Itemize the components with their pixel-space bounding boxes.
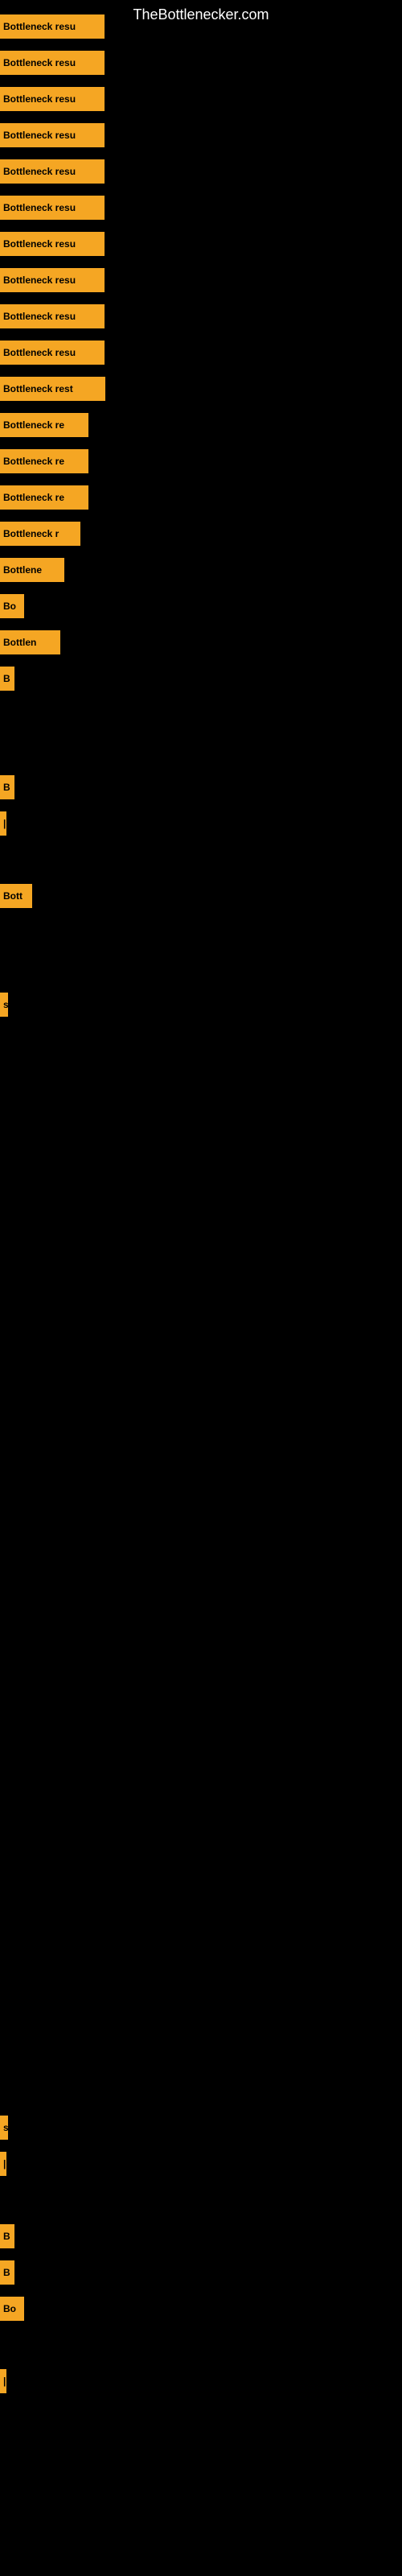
bar-label: B: [0, 2224, 14, 2248]
bar-label: Bottleneck resu: [0, 304, 105, 328]
bar-label: s: [0, 993, 8, 1017]
bar-label: Bottleneck resu: [0, 159, 105, 184]
bar-label: Bottleneck resu: [0, 51, 105, 75]
bar-item: B: [0, 667, 14, 691]
bar-label: |: [0, 2369, 6, 2393]
bar-item: Bottleneck resu: [0, 304, 105, 328]
bar-label: Bottleneck re: [0, 449, 88, 473]
bar-label: Bott: [0, 884, 32, 908]
bar-item: s: [0, 2116, 8, 2140]
bar-item: |: [0, 2369, 6, 2393]
bar-label: s: [0, 2116, 8, 2140]
bar-item: |: [0, 811, 6, 836]
bar-item: Bo: [0, 594, 24, 618]
bar-item: B: [0, 775, 14, 799]
bar-item: Bo: [0, 2297, 24, 2321]
bar-label: Bottleneck resu: [0, 341, 105, 365]
bar-label: B: [0, 775, 14, 799]
bar-item: Bottleneck re: [0, 413, 88, 437]
bar-item: Bottleneck resu: [0, 14, 105, 39]
bar-label: Bo: [0, 2297, 24, 2321]
bar-label: Bottleneck resu: [0, 232, 105, 256]
bar-label: |: [0, 2152, 6, 2176]
bar-label: Bottleneck re: [0, 485, 88, 510]
bar-item: B: [0, 2224, 14, 2248]
bar-item: Bottlene: [0, 558, 64, 582]
bar-item: Bottleneck resu: [0, 268, 105, 292]
bar-item: Bottleneck re: [0, 485, 88, 510]
bar-item: Bottleneck resu: [0, 232, 105, 256]
bar-label: B: [0, 2260, 14, 2285]
bar-item: Bottleneck resu: [0, 159, 105, 184]
bar-label: Bottleneck re: [0, 413, 88, 437]
bar-label: Bottleneck resu: [0, 123, 105, 147]
bar-label: Bottleneck resu: [0, 14, 105, 39]
bar-item: Bottleneck resu: [0, 87, 105, 111]
bar-item: Bottlen: [0, 630, 60, 654]
bar-item: Bottleneck resu: [0, 123, 105, 147]
bar-item: Bottleneck resu: [0, 51, 105, 75]
bar-label: Bottlen: [0, 630, 60, 654]
bar-item: B: [0, 2260, 14, 2285]
bar-label: Bottleneck resu: [0, 87, 105, 111]
bar-label: |: [0, 811, 6, 836]
bar-item: Bottleneck rest: [0, 377, 105, 401]
bar-label: Bottlene: [0, 558, 64, 582]
bar-label: Bottleneck rest: [0, 377, 105, 401]
bar-item: Bott: [0, 884, 32, 908]
bar-item: Bottleneck r: [0, 522, 80, 546]
bar-item: Bottleneck resu: [0, 341, 105, 365]
bar-item: Bottleneck re: [0, 449, 88, 473]
bar-item: |: [0, 2152, 6, 2176]
bar-item: s: [0, 993, 8, 1017]
bar-item: Bottleneck resu: [0, 196, 105, 220]
bar-label: Bo: [0, 594, 24, 618]
bar-label: Bottleneck r: [0, 522, 80, 546]
bar-label: B: [0, 667, 14, 691]
bar-label: Bottleneck resu: [0, 196, 105, 220]
bar-label: Bottleneck resu: [0, 268, 105, 292]
